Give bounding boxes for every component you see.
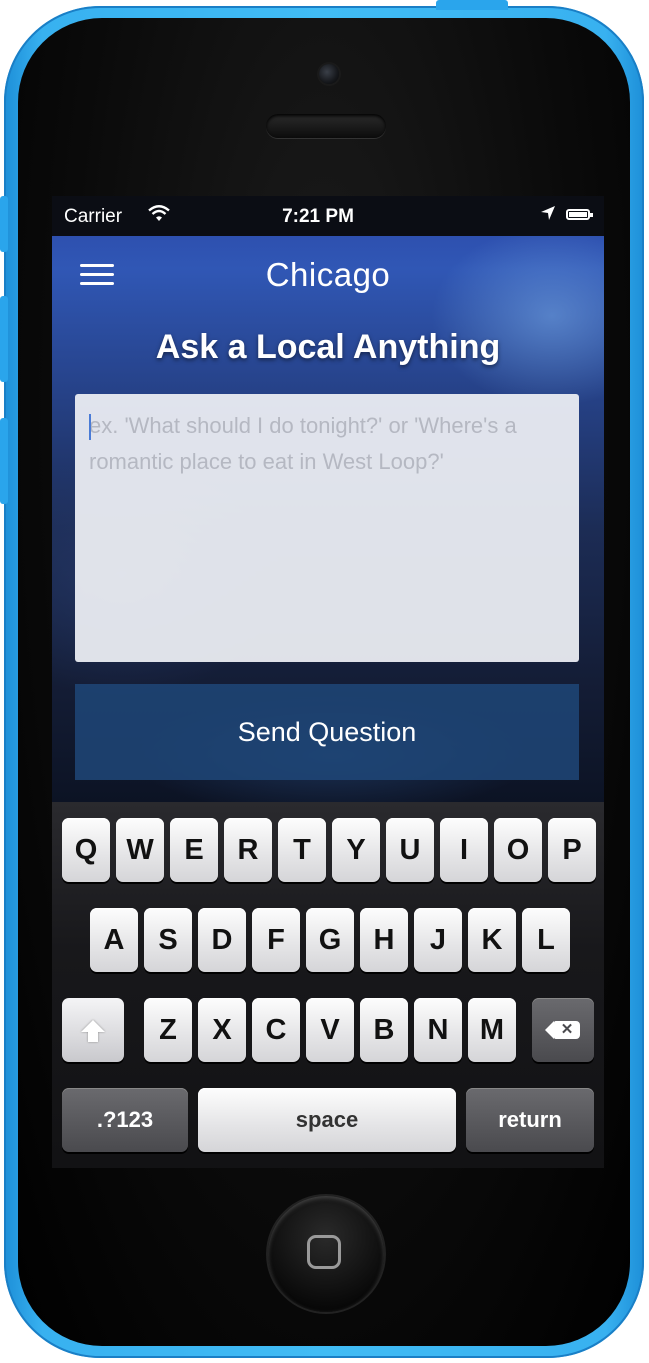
key-d[interactable]: D [198, 908, 246, 972]
keyboard: Q W E R T Y U I O P A S D F G H J K L Z … [52, 802, 604, 1168]
key-l[interactable]: L [522, 908, 570, 972]
earpiece-speaker [266, 114, 386, 138]
key-f[interactable]: F [252, 908, 300, 972]
shift-arrow-icon [81, 1020, 105, 1042]
location-arrow-icon [540, 205, 556, 226]
key-c[interactable]: C [252, 998, 300, 1062]
key-h[interactable]: H [360, 908, 408, 972]
key-s[interactable]: S [144, 908, 192, 972]
key-k[interactable]: K [468, 908, 516, 972]
key-r[interactable]: R [224, 818, 272, 882]
backspace-icon: ✕ [545, 1021, 580, 1039]
question-placeholder: ex. 'What should I do tonight?' or 'Wher… [89, 413, 517, 474]
home-button[interactable] [268, 1196, 384, 1312]
key-o[interactable]: O [494, 818, 542, 882]
key-p[interactable]: P [548, 818, 596, 882]
key-v[interactable]: V [306, 998, 354, 1062]
key-a[interactable]: A [90, 908, 138, 972]
page-headline: Ask a Local Anything [155, 328, 501, 366]
volume-down-button [0, 418, 8, 504]
shift-key[interactable] [62, 998, 124, 1062]
screen: Carrier 7:21 PM Chicago Ask a Local Anyt… [52, 196, 604, 1168]
key-u[interactable]: U [386, 818, 434, 882]
sleep-button [436, 0, 508, 10]
key-j[interactable]: J [414, 908, 462, 972]
key-n[interactable]: N [414, 998, 462, 1062]
return-key[interactable]: return [466, 1088, 594, 1152]
backspace-key[interactable]: ✕ [532, 998, 594, 1062]
key-y[interactable]: Y [332, 818, 380, 882]
key-t[interactable]: T [278, 818, 326, 882]
key-m[interactable]: M [468, 998, 516, 1062]
home-square-icon [307, 1235, 341, 1269]
space-key[interactable]: space [198, 1088, 456, 1152]
key-e[interactable]: E [170, 818, 218, 882]
key-b[interactable]: B [360, 998, 408, 1062]
key-g[interactable]: G [306, 908, 354, 972]
key-w[interactable]: W [116, 818, 164, 882]
mute-switch [0, 196, 8, 252]
city-title: Chicago [265, 256, 391, 293]
key-i[interactable]: I [440, 818, 488, 882]
status-bar: Carrier 7:21 PM [52, 196, 604, 236]
battery-icon [566, 209, 593, 220]
front-camera [319, 64, 339, 84]
key-q[interactable]: Q [62, 818, 110, 882]
text-caret [89, 414, 91, 440]
key-x[interactable]: X [198, 998, 246, 1062]
volume-up-button [0, 296, 8, 382]
numbers-key[interactable]: .?123 [62, 1088, 188, 1152]
question-input[interactable]: ex. 'What should I do tonight?' or 'Wher… [75, 394, 579, 662]
send-question-button[interactable]: Send Question [75, 684, 579, 780]
status-time: 7:21 PM [282, 206, 354, 227]
key-z[interactable]: Z [144, 998, 192, 1062]
